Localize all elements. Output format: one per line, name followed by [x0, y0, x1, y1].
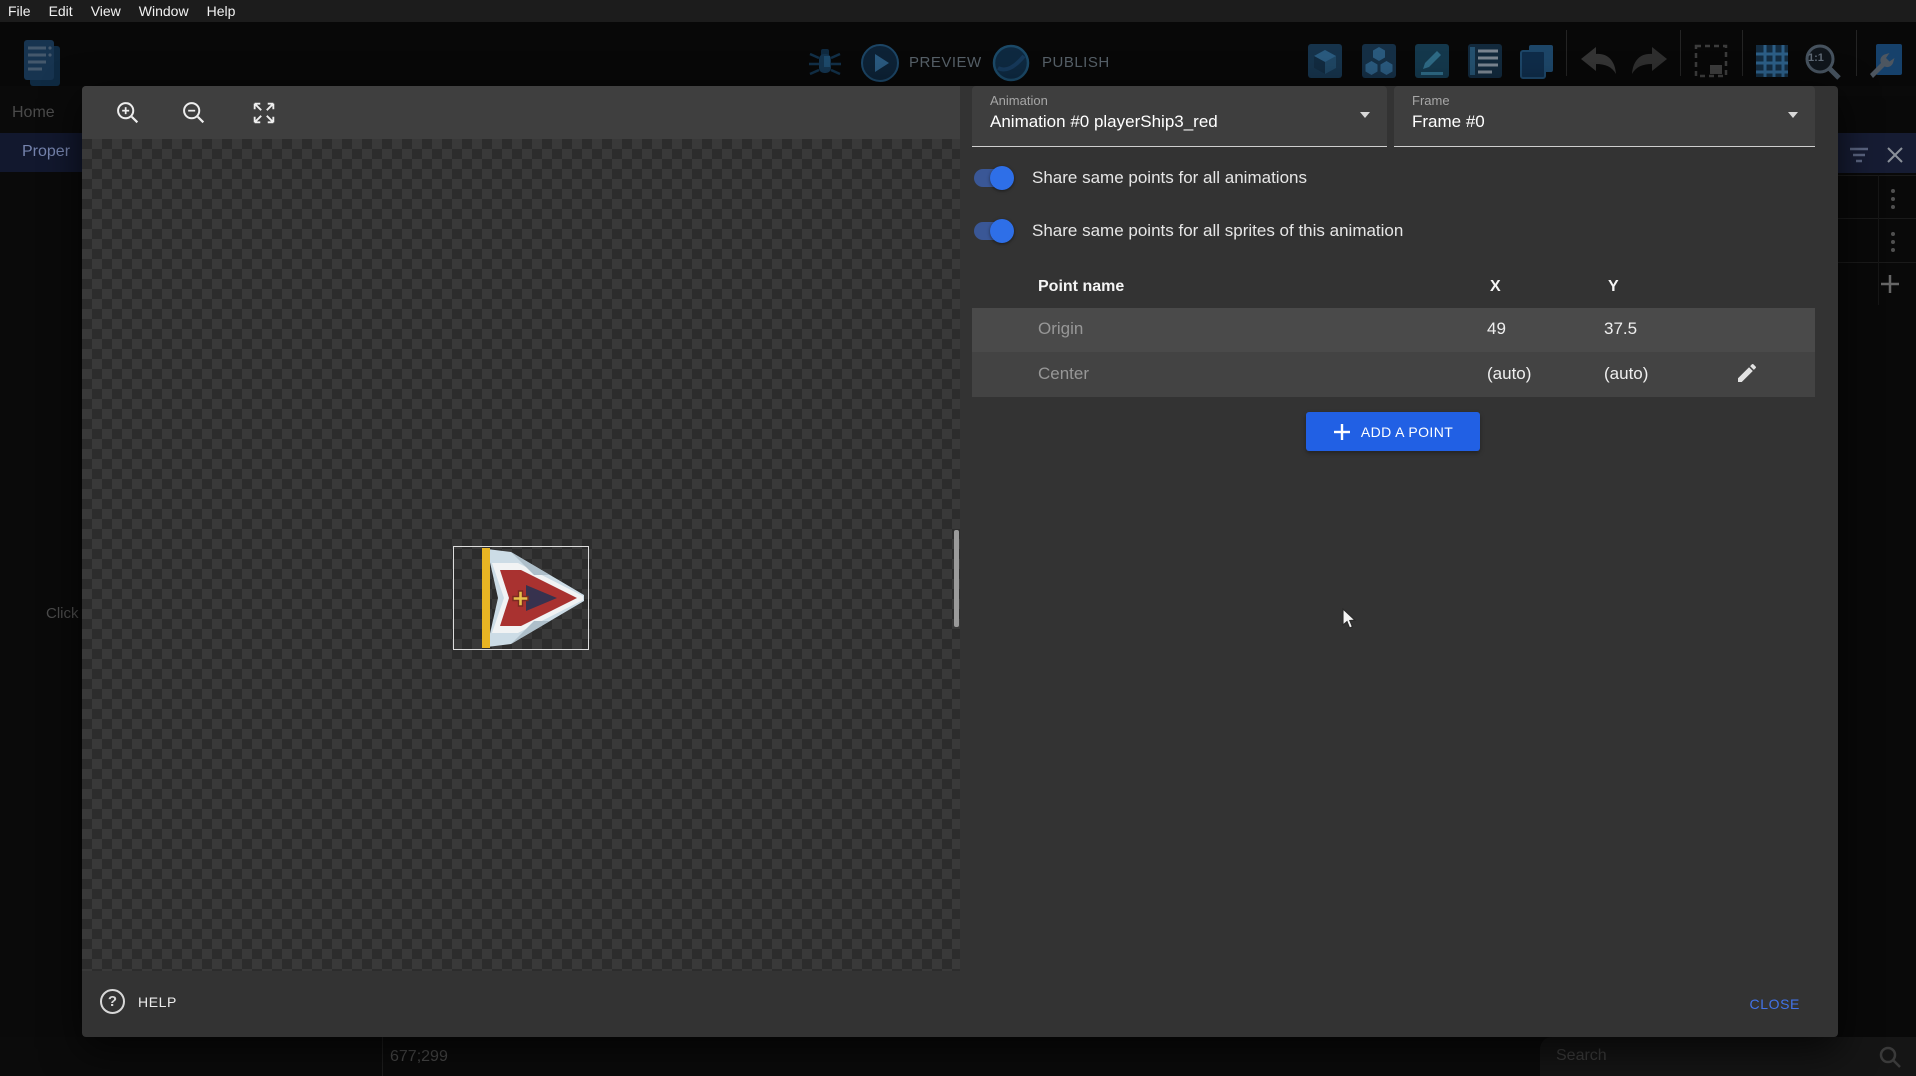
- debug-icon[interactable]: [806, 46, 844, 85]
- point-y-cell[interactable]: (auto): [1604, 364, 1648, 384]
- toggle-label: Share same points for all sprites of thi…: [1032, 221, 1403, 241]
- toolbar-separator: [1680, 30, 1681, 76]
- origin-cross-marker[interactable]: [512, 590, 529, 612]
- toolbar-separator: [1856, 30, 1857, 76]
- grid-icon[interactable]: [1753, 42, 1791, 85]
- objects-icon[interactable]: [1306, 42, 1344, 85]
- table-row-origin[interactable]: Origin 49 37.5: [972, 308, 1815, 352]
- header-y: Y: [1608, 278, 1619, 296]
- app-window: File Edit View Window Help: [0, 0, 1916, 1076]
- menu-item-window[interactable]: Window: [139, 3, 189, 19]
- preview-button[interactable]: PREVIEW: [909, 54, 982, 71]
- panel-divider: [1838, 218, 1916, 219]
- add-point-button[interactable]: ADD A POINT: [1306, 412, 1480, 451]
- share-points-all-animations-toggle[interactable]: [972, 166, 1014, 190]
- toolbar-separator: [1566, 30, 1567, 76]
- preview-play-icon[interactable]: [860, 43, 900, 88]
- search-input[interactable]: [1554, 1041, 1854, 1071]
- sprite-bounding-box: [453, 546, 589, 650]
- menu-item-edit[interactable]: Edit: [49, 3, 73, 19]
- help-label: HELP: [138, 994, 177, 1010]
- points-table-header: Point name X Y: [972, 268, 1815, 308]
- search-magnifier-icon[interactable]: [1878, 1045, 1902, 1074]
- properties-panel-edge: [1838, 96, 1916, 1037]
- menu-item-help[interactable]: Help: [207, 3, 236, 19]
- point-name-cell: Origin: [1038, 319, 1083, 339]
- app-toolbar: PREVIEW PUBLISH: [0, 22, 1916, 86]
- zoom-ratio-label: 1:1: [1808, 52, 1824, 64]
- tab-home[interactable]: Home: [0, 96, 82, 132]
- redo-icon[interactable]: [1628, 44, 1670, 85]
- menu-item-view[interactable]: View: [91, 3, 121, 19]
- toolbar-separator: [1742, 30, 1743, 76]
- menu-bar: File Edit View Window Help: [0, 0, 1916, 22]
- add-point-label: ADD A POINT: [1361, 424, 1453, 440]
- publish-globe-icon[interactable]: [991, 43, 1031, 88]
- table-row-center[interactable]: Center (auto) (auto): [972, 352, 1815, 397]
- menu-item-file[interactable]: File: [8, 3, 31, 19]
- instances-list-icon[interactable]: [1466, 42, 1504, 85]
- status-divider: [382, 1037, 383, 1076]
- add-row-plus-icon[interactable]: [1879, 273, 1901, 300]
- edit-pencil-icon[interactable]: [1735, 361, 1759, 390]
- toggle-row-all-animations: Share same points for all animations: [972, 164, 1307, 192]
- zoom-in-icon[interactable]: [112, 97, 144, 129]
- panel-divider: [1838, 262, 1916, 263]
- header-point-name: Point name: [1038, 278, 1124, 296]
- canvas-toolbar: [82, 86, 960, 139]
- share-points-all-sprites-toggle[interactable]: [972, 219, 1014, 243]
- publish-button[interactable]: PUBLISH: [1042, 54, 1110, 71]
- undo-icon[interactable]: [1578, 44, 1620, 85]
- dropdown-arrow-icon: [1358, 108, 1372, 127]
- canvas-scrollbar[interactable]: [954, 530, 959, 627]
- zoom-out-icon[interactable]: [178, 97, 210, 129]
- kebab-menu-icon[interactable]: [1891, 189, 1895, 209]
- point-x-cell[interactable]: (auto): [1487, 364, 1531, 384]
- fit-view-icon[interactable]: [248, 97, 280, 129]
- frame-select-value: Frame #0: [1412, 112, 1485, 132]
- frame-select[interactable]: Frame Frame #0: [1394, 86, 1815, 147]
- close-button[interactable]: CLOSE: [1744, 989, 1806, 1017]
- points-canvas[interactable]: [82, 139, 960, 971]
- selection-mask-icon[interactable]: [1692, 42, 1730, 85]
- help-button[interactable]: ? HELP: [100, 989, 177, 1014]
- toggle-label: Share same points for all animations: [1032, 168, 1307, 188]
- toggle-row-all-sprites: Share same points for all sprites of thi…: [972, 217, 1403, 245]
- dropdown-arrow-icon: [1786, 108, 1800, 127]
- scene-hint-text: Click: [46, 605, 82, 625]
- point-name-cell: Center: [1038, 364, 1089, 384]
- animation-select-value: Animation #0 playerShip3_red: [990, 112, 1218, 132]
- cursor-coordinates: 677;299: [390, 1037, 448, 1076]
- object-groups-icon[interactable]: [1360, 42, 1398, 85]
- animation-select-label: Animation: [990, 93, 1048, 108]
- plus-icon: [1333, 423, 1351, 441]
- layers-icon[interactable]: [1518, 42, 1556, 85]
- search-panel: [1540, 1037, 1916, 1076]
- debugger-wrench-icon[interactable]: [1866, 42, 1904, 85]
- help-icon: ?: [100, 989, 125, 1014]
- header-x: X: [1490, 278, 1501, 296]
- point-y-cell[interactable]: 37.5: [1604, 319, 1637, 339]
- edit-points-dialog: Animation Animation #0 playerShip3_red F…: [82, 86, 1838, 1037]
- project-manager-icon[interactable]: [20, 38, 64, 95]
- point-x-cell[interactable]: 49: [1487, 319, 1506, 339]
- close-x-icon[interactable]: [1885, 145, 1905, 170]
- animation-select[interactable]: Animation Animation #0 playerShip3_red: [972, 86, 1387, 147]
- frame-select-label: Frame: [1412, 93, 1450, 108]
- panel-divider: [1838, 175, 1916, 176]
- filter-icon[interactable]: [1848, 146, 1870, 169]
- tab-properties[interactable]: Proper: [0, 133, 82, 172]
- kebab-menu-icon[interactable]: [1891, 232, 1895, 252]
- edit-scene-icon[interactable]: [1413, 42, 1451, 85]
